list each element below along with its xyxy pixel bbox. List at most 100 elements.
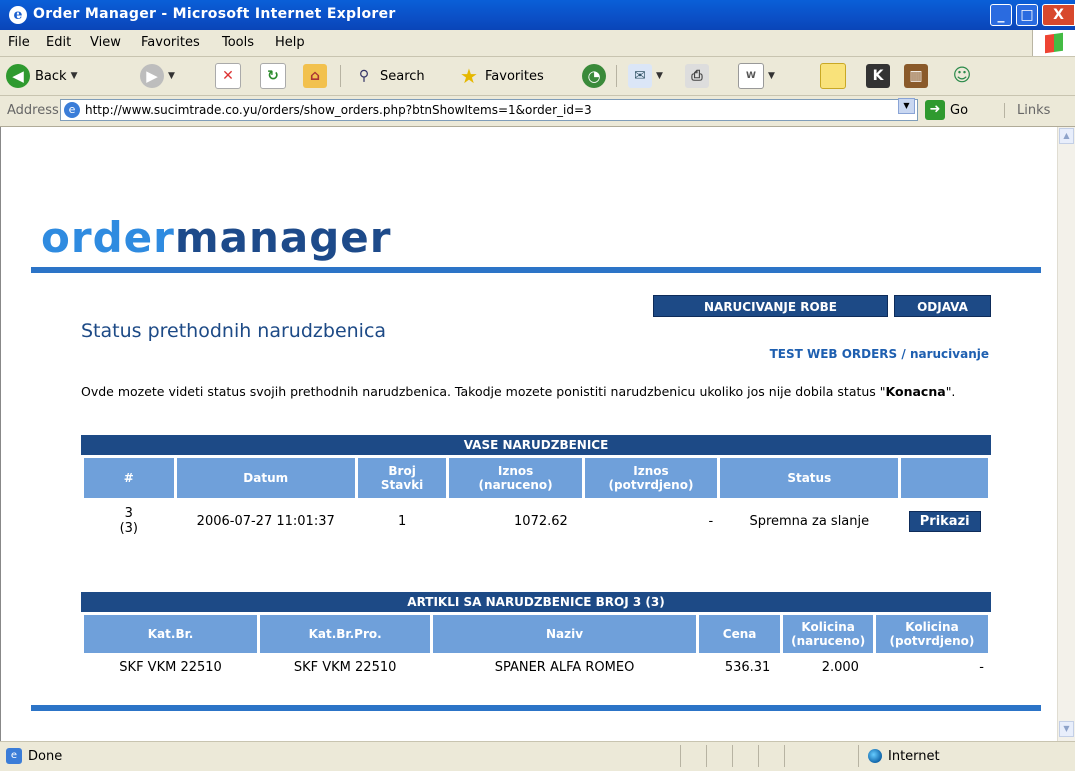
chevron-down-icon: ▼ bbox=[656, 71, 663, 81]
scroll-down-button[interactable]: ▼ bbox=[1059, 721, 1074, 737]
ordering-link[interactable]: narucivanje bbox=[910, 347, 989, 361]
table-row: 3 (3) 2006-07-27 11:01:37 1 1072.62 - Spr… bbox=[84, 501, 988, 541]
order-item-count: 1 bbox=[397, 513, 407, 529]
status-divider bbox=[706, 745, 707, 767]
order-number: 3 (3) bbox=[84, 501, 174, 541]
item-qty-ordered: 2.000 bbox=[821, 659, 859, 675]
go-button[interactable]: ➜ Go bbox=[925, 100, 968, 120]
scroll-up-button[interactable]: ▲ bbox=[1059, 128, 1074, 144]
order-goods-button[interactable]: NARUCIVANJE ROBE bbox=[653, 295, 888, 317]
menu-favorites[interactable]: Favorites bbox=[141, 35, 200, 50]
toolbar: ◀ Back ▼ ▶ ▼ ✕ ↻ ⌂ ⚲ Search ★ Favorites … bbox=[0, 57, 1075, 96]
status-divider bbox=[858, 745, 859, 767]
address-dropdown-button[interactable]: ▼ bbox=[898, 98, 915, 114]
research-button[interactable]: ▥ bbox=[904, 62, 928, 90]
favorites-button[interactable]: ★ Favorites bbox=[457, 62, 544, 90]
description-end: ". bbox=[945, 384, 956, 399]
people-icon: ☺ bbox=[952, 65, 972, 86]
col-qty-ordered-l1: Kolicina bbox=[801, 620, 855, 634]
menu-help[interactable]: Help bbox=[275, 35, 305, 50]
close-button[interactable]: X bbox=[1042, 4, 1075, 26]
chevron-down-icon: ▼ bbox=[168, 71, 175, 81]
col-name: Naziv bbox=[433, 615, 696, 653]
links-toolbar[interactable]: Links bbox=[1004, 103, 1050, 118]
items-table: Kat.Br. Kat.Br.Pro. Naziv Cena Kolicina(… bbox=[81, 612, 991, 681]
col-qty-ordered-l2: (naruceno) bbox=[791, 634, 866, 648]
ordermanager-logo: ordermanager bbox=[41, 213, 391, 262]
menu-view[interactable]: View bbox=[90, 35, 121, 50]
history-button[interactable]: ◔ bbox=[582, 62, 606, 90]
logout-button[interactable]: ODJAVA bbox=[894, 295, 991, 317]
orders-header-row: # Datum Broj Stavki Iznos (naruceno) Iznos… bbox=[84, 458, 988, 498]
ie-logo-icon: e bbox=[9, 6, 27, 24]
home-icon: ⌂ bbox=[303, 64, 327, 88]
status-divider bbox=[784, 745, 785, 767]
col-amount-confirmed-l1: Iznos bbox=[633, 464, 669, 478]
user-name: TEST WEB ORDERS bbox=[769, 347, 898, 361]
col-catalog-number: Kat.Br. bbox=[84, 615, 258, 653]
print-button[interactable]: ⎙ bbox=[685, 62, 709, 90]
edit-button[interactable]: W ▼ bbox=[738, 62, 775, 90]
page-icon: e bbox=[64, 102, 80, 118]
status-divider bbox=[758, 745, 759, 767]
menu-tools[interactable]: Tools bbox=[222, 35, 254, 50]
go-label: Go bbox=[950, 102, 969, 118]
page-title: Status prethodnih narudzbenica bbox=[81, 320, 387, 342]
orders-table-caption: VASE NARUDZBENICE bbox=[81, 435, 991, 455]
description-text: Ovde mozete videti status svojih prethod… bbox=[81, 384, 886, 399]
bottom-divider bbox=[31, 705, 1041, 711]
books-icon: ▥ bbox=[904, 64, 928, 88]
col-action bbox=[901, 458, 988, 498]
stop-icon: ✕ bbox=[215, 63, 241, 89]
col-amount-ordered-l2: (naruceno) bbox=[478, 478, 553, 492]
vertical-scrollbar[interactable]: ▲ ▼ bbox=[1057, 127, 1075, 741]
back-button[interactable]: ◀ Back ▼ bbox=[6, 62, 77, 90]
go-arrow-icon: ➜ bbox=[925, 100, 945, 120]
order-action-cell: Prikazi bbox=[901, 501, 988, 541]
back-label: Back bbox=[35, 68, 67, 84]
logo-part1: order bbox=[41, 213, 175, 262]
refresh-button[interactable]: ↻ bbox=[260, 62, 286, 90]
item-price: 536.31 bbox=[724, 659, 771, 675]
menu-edit[interactable]: Edit bbox=[46, 35, 71, 50]
contacts-button[interactable]: ☺ bbox=[950, 62, 974, 90]
page-description: Ovde mozete videti status svojih prethod… bbox=[81, 383, 991, 401]
search-button[interactable]: ⚲ Search bbox=[352, 62, 425, 90]
col-qty-confirmed: Kolicina (potvrdjeno) bbox=[875, 615, 988, 653]
item-producer-catalog-number: SKF VKM 22510 bbox=[293, 659, 397, 675]
chevron-down-icon: ▼ bbox=[70, 71, 78, 81]
address-url[interactable]: http://www.sucimtrade.co.yu/orders/show_… bbox=[85, 103, 592, 117]
col-amount-confirmed-l2: (potvrdjeno) bbox=[608, 478, 694, 492]
security-zone: Internet bbox=[888, 749, 940, 764]
order-amount-ordered: 1072.62 bbox=[514, 513, 568, 529]
address-input[interactable]: e http://www.sucimtrade.co.yu/orders/sho… bbox=[60, 99, 918, 121]
k-icon: K bbox=[866, 64, 890, 88]
order-number-main: 3 bbox=[124, 506, 133, 521]
menu-bar: File Edit View Favorites Tools Help bbox=[0, 30, 1075, 57]
mail-icon: ✉ bbox=[628, 64, 652, 88]
order-amount-confirmed: - bbox=[708, 513, 714, 529]
maximize-button[interactable]: □ bbox=[1016, 4, 1038, 26]
messenger-button[interactable]: K bbox=[866, 62, 890, 90]
show-order-button[interactable]: Prikazi bbox=[908, 510, 981, 532]
history-icon: ◔ bbox=[582, 64, 606, 88]
menu-file[interactable]: File bbox=[8, 35, 30, 50]
stop-button[interactable]: ✕ bbox=[215, 62, 241, 90]
col-price: Cena bbox=[698, 615, 781, 653]
forward-button[interactable]: ▶ ▼ bbox=[140, 62, 175, 90]
col-qty-confirmed-l1: Kolicina bbox=[905, 620, 959, 634]
minimize-button[interactable]: _ bbox=[990, 4, 1012, 26]
items-table-caption: ARTIKLI SA NARUDZBENICE BROJ 3 (3) bbox=[81, 592, 991, 612]
table-row: SKF VKM 22510 SKF VKM 22510 SPANER ALFA … bbox=[84, 656, 988, 678]
home-button[interactable]: ⌂ bbox=[303, 62, 327, 90]
address-label: Address bbox=[7, 103, 59, 118]
note-icon bbox=[820, 63, 846, 89]
order-number-sub: (3) bbox=[119, 521, 139, 536]
col-item-count-l1: Broj bbox=[388, 464, 416, 478]
mail-button[interactable]: ✉ ▼ bbox=[628, 62, 663, 90]
order-date: 2006-07-27 11:01:37 bbox=[196, 513, 335, 529]
notes-button[interactable] bbox=[820, 62, 846, 90]
word-icon: W bbox=[738, 63, 764, 89]
window-title: Order Manager - Microsoft Internet Explo… bbox=[33, 6, 396, 22]
address-bar: Address e http://www.sucimtrade.co.yu/or… bbox=[0, 96, 1075, 127]
